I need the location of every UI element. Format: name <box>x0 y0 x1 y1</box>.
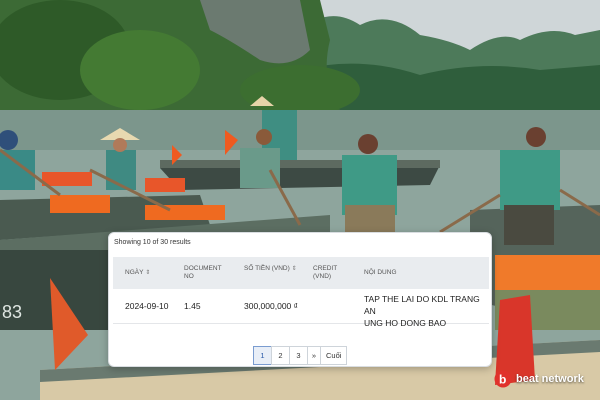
header-credit-line2: (VND) <box>313 273 332 280</box>
brand-name: beat network <box>516 373 584 385</box>
next-page-button[interactable]: » <box>307 346 321 365</box>
page-3-button[interactable]: 3 <box>289 346 308 365</box>
beat-logo-icon: b <box>494 370 512 388</box>
header-credit: CREDIT (VND) <box>313 265 337 281</box>
cell-content-line2: UNG HO DONG BAO <box>364 318 447 328</box>
table-row[interactable]: 2024-09-10 1.45 300,000,000 ₫ TAP THE LA… <box>113 289 489 328</box>
header-amount-label: SỐ TIỀN (VND) <box>244 265 290 272</box>
header-amount[interactable]: SỐ TIỀN (VND) ⇕ <box>244 265 297 273</box>
header-credit-line1: CREDIT <box>313 265 338 272</box>
last-page-button[interactable]: Cuối <box>320 346 348 365</box>
header-content: NỘI DUNG <box>364 269 397 276</box>
cell-document-no: 1.45 <box>184 301 201 311</box>
header-date-label: NGÀY <box>125 269 144 276</box>
cell-amount: 300,000,000 ₫ <box>244 301 298 311</box>
pagination: 1 2 3 » Cuối <box>253 346 348 365</box>
sort-icon: ⇕ <box>145 270 151 276</box>
cell-date: 2024-09-10 <box>125 301 169 311</box>
cell-content-line1: TAP THE LAI DO KDL TRANG AN <box>364 294 480 316</box>
header-date[interactable]: NGÀY ⇕ <box>125 269 150 277</box>
sort-icon: ⇕ <box>291 266 297 272</box>
header-document-no-line2: NO <box>184 273 194 280</box>
beat-network-watermark: b beat network <box>494 370 584 388</box>
cell-content: TAP THE LAI DO KDL TRANG AN UNG HO DONG … <box>364 293 489 329</box>
header-document-no: DOCUMENT NO <box>184 265 222 281</box>
page-2-button[interactable]: 2 <box>271 346 290 365</box>
header-document-no-line1: DOCUMENT <box>184 265 222 272</box>
page-1-button[interactable]: 1 <box>253 346 272 365</box>
logo-mark: b <box>499 373 506 387</box>
boat-number: 83 <box>2 302 22 322</box>
table-header: NGÀY ⇕ DOCUMENT NO SỐ TIỀN (VND) ⇕ CREDIT … <box>113 257 489 289</box>
results-summary: Showing 10 of 30 results <box>114 239 191 246</box>
